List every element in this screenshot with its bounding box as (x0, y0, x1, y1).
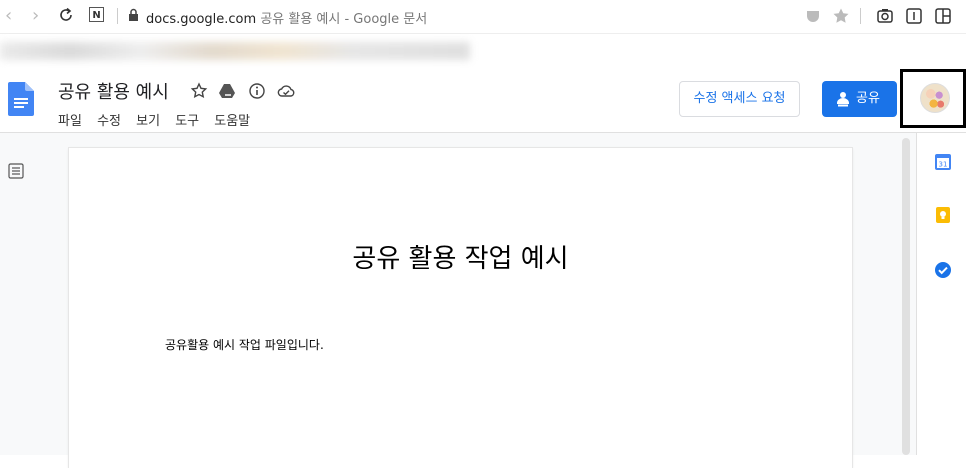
toolbar-divider (117, 8, 118, 24)
google-docs-logo-icon[interactable] (8, 82, 34, 116)
share-person-icon (837, 92, 849, 107)
share-button[interactable]: 공유 (822, 81, 897, 117)
account-avatar-highlight (900, 69, 966, 128)
sidebar-toggle-icon[interactable] (934, 7, 952, 25)
pocket-icon[interactable] (804, 7, 822, 25)
extension-n-icon[interactable]: N (89, 7, 104, 22)
document-workspace: 공유 활용 작업 예시 공유활용 예시 작업 파일입니다. (0, 133, 916, 468)
toolbar-divider (860, 8, 861, 24)
document-heading: 공유 활용 작업 예시 (352, 244, 569, 274)
avatar[interactable] (920, 83, 950, 113)
lock-icon[interactable] (128, 8, 139, 22)
reload-icon[interactable] (57, 5, 75, 25)
url-page-title: 공유 활용 예시 - Google 문서 (260, 12, 428, 27)
calendar-date-label: 31 (939, 161, 948, 169)
move-to-drive-icon[interactable] (218, 82, 236, 100)
blurred-bookmarks (0, 42, 470, 60)
address-bar[interactable]: docs.google.com 공유 활용 예시 - Google 문서 (146, 8, 427, 27)
menu-help[interactable]: 도움말 (214, 114, 250, 129)
request-edit-access-button[interactable]: 수정 액세스 요청 (679, 81, 800, 117)
document-outline-icon[interactable] (8, 163, 24, 179)
star-icon[interactable] (190, 82, 208, 100)
bookmarks-bar (0, 34, 966, 67)
document-body-text: 공유활용 예시 작업 파일입니다. (165, 338, 324, 352)
info-icon[interactable] (248, 82, 266, 100)
menu-file[interactable]: 파일 (58, 114, 82, 129)
menu-bar: 파일 수정 보기 도구 도움말 (58, 110, 261, 129)
url-domain: docs.google.com (146, 12, 257, 27)
forward-icon[interactable]: › (32, 7, 39, 25)
menu-edit[interactable]: 수정 (97, 114, 121, 129)
screenshot-icon[interactable] (876, 7, 894, 25)
calendar-icon[interactable]: 31 (934, 153, 952, 171)
browser-toolbar: ‹ › N docs.google.com 공유 활용 예시 - Google … (0, 0, 966, 34)
keep-icon[interactable] (934, 206, 952, 224)
tasks-icon[interactable] (934, 261, 952, 279)
docs-header: 공유 활용 예시 파일 수정 보기 도구 도움말 수정 액세스 요청 공유 (0, 68, 966, 133)
reader-view-icon[interactable] (905, 7, 923, 25)
side-panel: 31 (916, 133, 966, 455)
vertical-scrollbar[interactable] (902, 138, 910, 455)
back-icon[interactable]: ‹ (5, 7, 12, 25)
cloud-status-icon[interactable] (277, 82, 295, 100)
menu-tools[interactable]: 도구 (175, 114, 199, 129)
document-title[interactable]: 공유 활용 예시 (58, 78, 169, 104)
document-page[interactable]: 공유 활용 작업 예시 공유활용 예시 작업 파일입니다. (69, 148, 852, 468)
share-label: 공유 (856, 91, 880, 106)
bookmark-star-icon[interactable] (832, 7, 850, 25)
menu-view[interactable]: 보기 (136, 114, 160, 129)
